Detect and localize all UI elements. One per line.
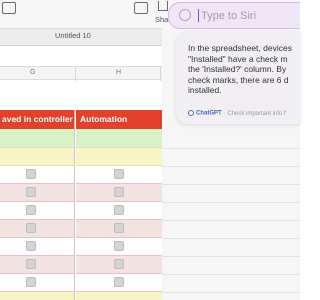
table-row (0, 148, 162, 166)
document-title: Untitled 10 (55, 31, 91, 40)
answer-line: In the spreadsheet, devices (188, 43, 292, 53)
table-cell[interactable] (76, 148, 162, 166)
table-cell[interactable] (0, 166, 75, 184)
table-row (0, 184, 162, 202)
table-header-automation[interactable]: Automation (76, 110, 162, 129)
siri-input-bar[interactable] (168, 2, 300, 29)
answer-footer: ChatGPT · Check important info f (188, 110, 286, 117)
checkbox[interactable] (26, 223, 36, 233)
table-row (0, 292, 162, 300)
toolbar-icon[interactable] (134, 2, 148, 14)
table-cell[interactable] (0, 238, 75, 256)
table-cell[interactable] (76, 292, 162, 300)
table-cell[interactable] (0, 274, 75, 292)
chatgpt-icon (188, 110, 194, 116)
share-icon (158, 1, 168, 11)
answer-line: check marks, there are 6 d (188, 74, 289, 85)
column-header-h[interactable]: H (116, 69, 121, 76)
gridline (162, 292, 300, 293)
table-row (0, 274, 162, 292)
siri-text-field[interactable] (201, 8, 297, 24)
gridline (162, 148, 300, 149)
checkbox[interactable] (114, 169, 124, 179)
checkbox[interactable] (26, 241, 36, 251)
answer-line: installed. (188, 85, 222, 95)
gridline (162, 220, 300, 221)
table-cell[interactable] (0, 220, 75, 238)
table-cell[interactable] (0, 184, 75, 202)
column-divider (75, 67, 76, 81)
table-row (0, 166, 162, 184)
answer-line: the 'Installed?' column. By (188, 64, 287, 74)
table-header-saved-in-controller[interactable]: aved in controller (0, 110, 75, 129)
checkbox[interactable] (26, 259, 36, 269)
gridline (162, 256, 300, 257)
gridline (162, 184, 300, 185)
table-row (0, 220, 162, 238)
column-divider (160, 67, 161, 81)
checkbox[interactable] (114, 259, 124, 269)
table-cell[interactable] (0, 292, 75, 300)
table-cell[interactable] (0, 129, 75, 148)
toolbar-icon[interactable] (2, 2, 16, 14)
checkbox[interactable] (26, 277, 36, 287)
checkbox[interactable] (26, 205, 36, 215)
table-cell[interactable] (0, 256, 75, 274)
table-cell[interactable] (0, 148, 75, 166)
table-row (0, 256, 162, 274)
table-row (0, 202, 162, 220)
checkbox[interactable] (26, 169, 36, 179)
gridline (162, 166, 300, 167)
table-cell[interactable] (76, 129, 162, 148)
checkbox[interactable] (26, 187, 36, 197)
checkbox[interactable] (114, 205, 124, 215)
siri-icon (179, 9, 191, 21)
disclaimer-text: · Check important info f (223, 110, 286, 117)
gridline (162, 274, 300, 275)
checkbox[interactable] (114, 277, 124, 287)
gridline (162, 202, 300, 203)
gridline (162, 238, 300, 239)
table-row (0, 129, 162, 148)
answer-line: "Installed" have a check m (188, 53, 288, 64)
checkbox[interactable] (114, 187, 124, 197)
spreadsheet-table: aved in controller Automation (0, 110, 162, 300)
table-row (0, 238, 162, 256)
table-cell[interactable] (0, 202, 75, 220)
checkbox[interactable] (114, 223, 124, 233)
text-cursor (198, 9, 199, 22)
column-header-g[interactable]: G (30, 69, 35, 76)
answer-text: In the spreadsheet, devices "Installed" … (188, 43, 300, 96)
chatgpt-source-label[interactable]: ChatGPT (196, 111, 222, 117)
siri-answer-panel: In the spreadsheet, devices "Installed" … (176, 32, 300, 124)
checkbox[interactable] (114, 241, 124, 251)
